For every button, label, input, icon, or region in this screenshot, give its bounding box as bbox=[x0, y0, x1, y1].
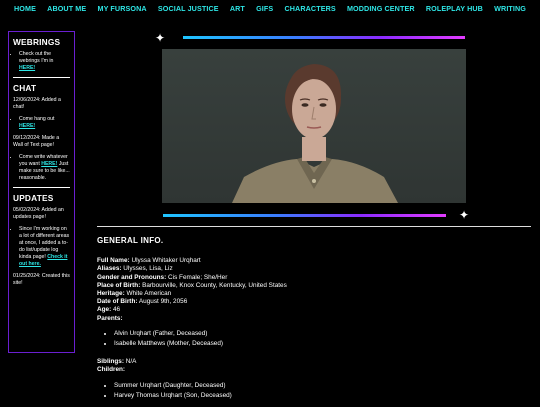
nav-my-fursona[interactable]: MY FURSONA bbox=[97, 4, 146, 13]
webrings-link[interactable]: HERE! bbox=[19, 65, 35, 71]
updates-entry-1: 05/02/2024: Added an updates page! bbox=[13, 207, 64, 220]
field-label: Parents: bbox=[97, 314, 123, 322]
parents-list: Alvin Urqhart (Father, Deceased) Isabell… bbox=[97, 330, 527, 348]
children-list: Summer Urqhart (Daughter, Deceased) Harv… bbox=[97, 382, 527, 400]
webrings-text: Check out the webrings I'm in bbox=[19, 51, 54, 64]
gradient-bar-top bbox=[183, 36, 465, 39]
updates-list: Since I'm working on a lot of different … bbox=[13, 226, 70, 268]
chat-update-2: 09/12/2024: Made a Wall of Text page! bbox=[13, 135, 60, 148]
info-row-gender: Gender and Pronouns: Cis Female; She/Her bbox=[97, 274, 527, 282]
list-item: Since I'm working on a lot of different … bbox=[19, 226, 70, 268]
nav-modding-center[interactable]: MODDING CENTER bbox=[347, 4, 415, 13]
chat-list-1: Come hang out HERE! bbox=[13, 116, 70, 130]
sparkle-icon: ✦ bbox=[459, 208, 470, 222]
nav-home[interactable]: HOME bbox=[14, 4, 36, 13]
gradient-bar-bottom bbox=[163, 214, 446, 217]
nav-gifs[interactable]: GIFS bbox=[256, 4, 273, 13]
field-label: Gender and Pronouns: bbox=[97, 273, 167, 281]
field-value: August 9th, 2056 bbox=[138, 298, 188, 306]
list-item: Come hang out HERE! bbox=[19, 116, 70, 130]
info-row-full-name: Full Name: Ulyssa Whitaker Urqhart bbox=[97, 257, 527, 265]
field-value: Cis Female; She/Her bbox=[168, 273, 228, 281]
field-value: White American bbox=[126, 290, 172, 298]
updates-heading: UPDATES bbox=[13, 193, 54, 203]
field-value: Ulyssa Whitaker Urqhart bbox=[131, 257, 201, 265]
info-row-siblings: Siblings: N/A bbox=[97, 358, 527, 366]
field-value: Ulysses, Lisa, Liz bbox=[123, 265, 173, 273]
field-value: 46 bbox=[112, 306, 121, 314]
portrait-image bbox=[232, 64, 398, 203]
field-value: Barbourville, Knox County, Kentucky, Uni… bbox=[142, 281, 287, 289]
info-row-age: Age: 46 bbox=[97, 306, 527, 314]
field-value: N/A bbox=[125, 358, 137, 366]
sparkle-icon: ✦ bbox=[155, 31, 166, 45]
info-row-heritage: Heritage: White American bbox=[97, 290, 527, 298]
chat-link-1[interactable]: HERE! bbox=[19, 123, 35, 129]
field-label: Full Name: bbox=[97, 257, 130, 265]
list-item: Come write whatever you want HERE! Just … bbox=[19, 154, 70, 182]
info-row-aliases: Aliases: Ulysses, Lisa, Liz bbox=[97, 265, 527, 273]
updates-entry-2: 01/25/2024: Created this site! bbox=[13, 273, 70, 286]
chat-text-1: Come hang out bbox=[19, 116, 55, 122]
sidebar: WEBRINGS Check out the webrings I'm in H… bbox=[8, 31, 75, 353]
nav-art[interactable]: ART bbox=[230, 4, 245, 13]
chat-list-2: Come write whatever you want HERE! Just … bbox=[13, 154, 70, 182]
info-row-children: Children: bbox=[97, 366, 527, 374]
section-heading: GENERAL INFO. bbox=[97, 236, 164, 245]
sidebar-divider bbox=[13, 187, 70, 188]
nav-about-me[interactable]: ABOUT ME bbox=[47, 4, 86, 13]
chat-heading: CHAT bbox=[13, 83, 37, 93]
field-label: Siblings: bbox=[97, 358, 124, 366]
info-row-place-of-birth: Place of Birth: Barbourville, Knox Count… bbox=[97, 282, 527, 290]
section-divider bbox=[97, 226, 531, 227]
nav-roleplay-hub[interactable]: ROLEPLAY HUB bbox=[426, 4, 483, 13]
webrings-heading: WEBRINGS bbox=[13, 37, 61, 47]
field-label: Place of Birth: bbox=[97, 281, 141, 289]
chat-update-1: 12/06/2024: Added a chat! bbox=[13, 97, 61, 110]
field-label: Date of Birth: bbox=[97, 298, 138, 306]
top-nav: HOME ABOUT ME MY FURSONA SOCIAL JUSTICE … bbox=[0, 0, 540, 17]
webrings-list: Check out the webrings I'm in HERE! bbox=[13, 51, 70, 72]
field-label: Aliases: bbox=[97, 265, 122, 273]
field-label: Children: bbox=[97, 366, 126, 374]
list-item: Summer Urqhart (Daughter, Deceased) bbox=[114, 382, 527, 390]
info-row-dob: Date of Birth: August 9th, 2056 bbox=[97, 298, 527, 306]
list-item: Alvin Urqhart (Father, Deceased) bbox=[114, 330, 527, 338]
field-label: Age: bbox=[97, 306, 112, 314]
nav-characters[interactable]: CHARACTERS bbox=[284, 4, 335, 13]
character-portrait bbox=[162, 49, 466, 203]
list-item: Check out the webrings I'm in HERE! bbox=[19, 51, 70, 72]
general-info: GENERAL INFO. Full Name: Ulyssa Whitaker… bbox=[97, 236, 527, 407]
chat-link-2[interactable]: HERE! bbox=[41, 161, 57, 167]
nav-social-justice[interactable]: SOCIAL JUSTICE bbox=[158, 4, 219, 13]
sidebar-divider bbox=[13, 77, 70, 78]
list-item: Isabelle Matthews (Mother, Deceased) bbox=[114, 340, 527, 348]
field-label: Heritage: bbox=[97, 290, 125, 298]
nav-writing[interactable]: WRITING bbox=[494, 4, 526, 13]
list-item: Harvey Thomas Urqhart (Son, Deceased) bbox=[114, 392, 527, 400]
info-row-parents: Parents: bbox=[97, 315, 527, 323]
